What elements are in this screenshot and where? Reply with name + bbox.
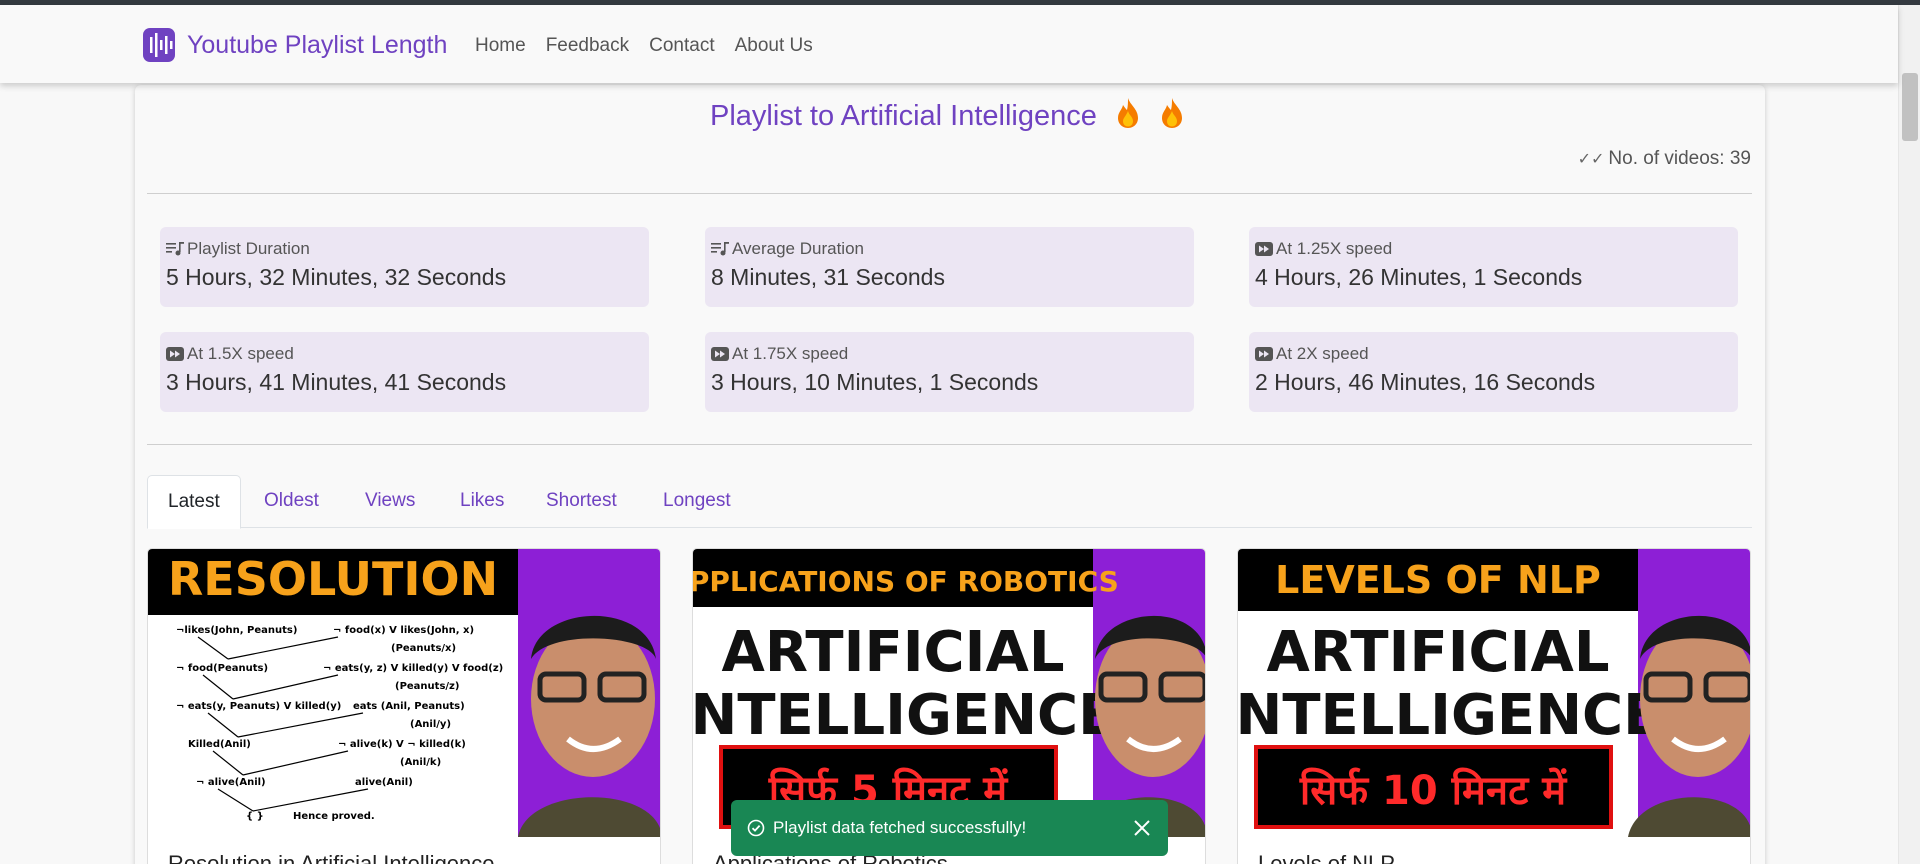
thumbnail-banner: APPLICATIONS OF ROBOTICS <box>693 565 1119 598</box>
sort-tabs: Latest Oldest Views Likes Shortest Longe… <box>147 475 1752 529</box>
double-check-icon: ✓✓ <box>1577 151 1605 168</box>
close-icon[interactable] <box>1132 818 1152 838</box>
fast-forward-icon <box>166 347 184 361</box>
svg-text:ARTIFICIAL: ARTIFICIAL <box>721 620 1064 685</box>
stat-label: Playlist Duration <box>187 239 310 258</box>
stat-playlist-duration: Playlist Duration 5 Hours, 32 Minutes, 3… <box>160 227 649 307</box>
nav-links: Home Feedback Contact About Us <box>475 35 813 57</box>
brand[interactable]: Youtube Playlist Length <box>143 25 447 65</box>
divider <box>147 444 1752 445</box>
svg-text:INTELLIGENCE: INTELLIGENCE <box>693 683 1116 748</box>
stat-label: At 2X speed <box>1276 344 1369 363</box>
stat-value: 5 Hours, 32 Minutes, 32 Seconds <box>166 264 507 290</box>
svg-text:INTELLIGENCE: INTELLIGENCE <box>1238 683 1661 748</box>
video-count: ✓✓ No. of videos: 39 <box>1578 148 1751 170</box>
nav-home[interactable]: Home <box>475 35 526 57</box>
stat-value: 2 Hours, 46 Minutes, 16 Seconds <box>1255 369 1596 395</box>
stat-value: 4 Hours, 26 Minutes, 1 Seconds <box>1255 264 1583 290</box>
thumbnail-banner: LEVELS OF NLP <box>1275 558 1601 602</box>
video-thumbnail[interactable]: RESOLUTION ¬likes(John, Peanuts) ¬ food(… <box>148 549 660 837</box>
fast-forward-icon <box>1255 347 1273 361</box>
page-scrollbar[interactable] <box>1898 5 1920 864</box>
tab-shortest[interactable]: Shortest <box>526 475 637 528</box>
audio-wave-logo-icon <box>143 28 175 62</box>
video-card[interactable]: LEVELS OF NLP ARTIFICIAL INTELLIGENCE सि… <box>1237 548 1751 864</box>
tab-views[interactable]: Views <box>345 475 435 528</box>
thumbnail-banner: RESOLUTION <box>168 552 498 606</box>
stat-speed-1-75x: At 1.75X speed 3 Hours, 10 Minutes, 1 Se… <box>705 332 1194 412</box>
svg-text:सिर्फ 10 मिनट में: सिर्फ 10 मिनट में <box>1299 767 1568 814</box>
tab-longest[interactable]: Longest <box>643 475 751 528</box>
stat-speed-1-25x: At 1.25X speed 4 Hours, 26 Minutes, 1 Se… <box>1249 227 1738 307</box>
video-title[interactable]: Levels of NLP <box>1258 851 1395 864</box>
divider <box>147 193 1752 194</box>
stat-speed-1-5x: At 1.5X speed 3 Hours, 41 Minutes, 41 Se… <box>160 332 649 412</box>
playlist-title-text: Playlist to Artificial Intelligence <box>710 100 1097 132</box>
navbar: Youtube Playlist Length Home Feedback Co… <box>0 5 1898 83</box>
nav-about-us[interactable]: About Us <box>735 35 813 57</box>
tab-latest[interactable]: Latest <box>147 475 241 529</box>
stat-label: Average Duration <box>732 239 864 258</box>
stat-speed-2x: At 2X speed 2 Hours, 46 Minutes, 16 Seco… <box>1249 332 1738 412</box>
check-circle-icon <box>747 819 765 837</box>
success-toast: Playlist data fetched successfully! <box>731 800 1168 856</box>
nav-feedback[interactable]: Feedback <box>546 35 629 57</box>
video-thumbnail[interactable]: APPLICATIONS OF ROBOTICS ARTIFICIAL INTE… <box>693 549 1205 837</box>
fast-forward-icon <box>1255 242 1273 256</box>
nav-contact[interactable]: Contact <box>649 35 714 57</box>
video-thumbnail[interactable]: LEVELS OF NLP ARTIFICIAL INTELLIGENCE सि… <box>1238 549 1750 837</box>
stat-label: At 1.75X speed <box>732 344 849 363</box>
video-count-label: No. of videos: 39 <box>1608 148 1751 169</box>
video-card[interactable]: RESOLUTION ¬likes(John, Peanuts) ¬ food(… <box>147 548 661 864</box>
fire-icon <box>1117 98 1138 128</box>
fast-forward-icon <box>711 347 729 361</box>
stat-label: At 1.5X speed <box>187 344 294 363</box>
stat-average-duration: Average Duration 8 Minutes, 31 Seconds <box>705 227 1194 307</box>
fire-icon <box>1161 98 1182 128</box>
video-title[interactable]: Resolution in Artificial Intelligence <box>168 851 495 864</box>
tab-likes[interactable]: Likes <box>440 475 524 528</box>
stat-value: 8 Minutes, 31 Seconds <box>711 264 945 290</box>
svg-text:ARTIFICIAL: ARTIFICIAL <box>1266 620 1609 685</box>
stat-value: 3 Hours, 10 Minutes, 1 Seconds <box>711 369 1039 395</box>
playlist-music-icon <box>166 242 184 256</box>
playlist-title: Playlist to Artificial Intelligence <box>0 97 1895 133</box>
playlist-music-icon <box>711 242 729 256</box>
scrollbar-thumb[interactable] <box>1902 73 1918 141</box>
stat-label: At 1.25X speed <box>1276 239 1393 258</box>
toast-message: Playlist data fetched successfully! <box>773 818 1027 837</box>
stat-value: 3 Hours, 41 Minutes, 41 Seconds <box>166 369 507 395</box>
tab-oldest[interactable]: Oldest <box>244 475 339 528</box>
brand-name: Youtube Playlist Length <box>187 30 448 59</box>
